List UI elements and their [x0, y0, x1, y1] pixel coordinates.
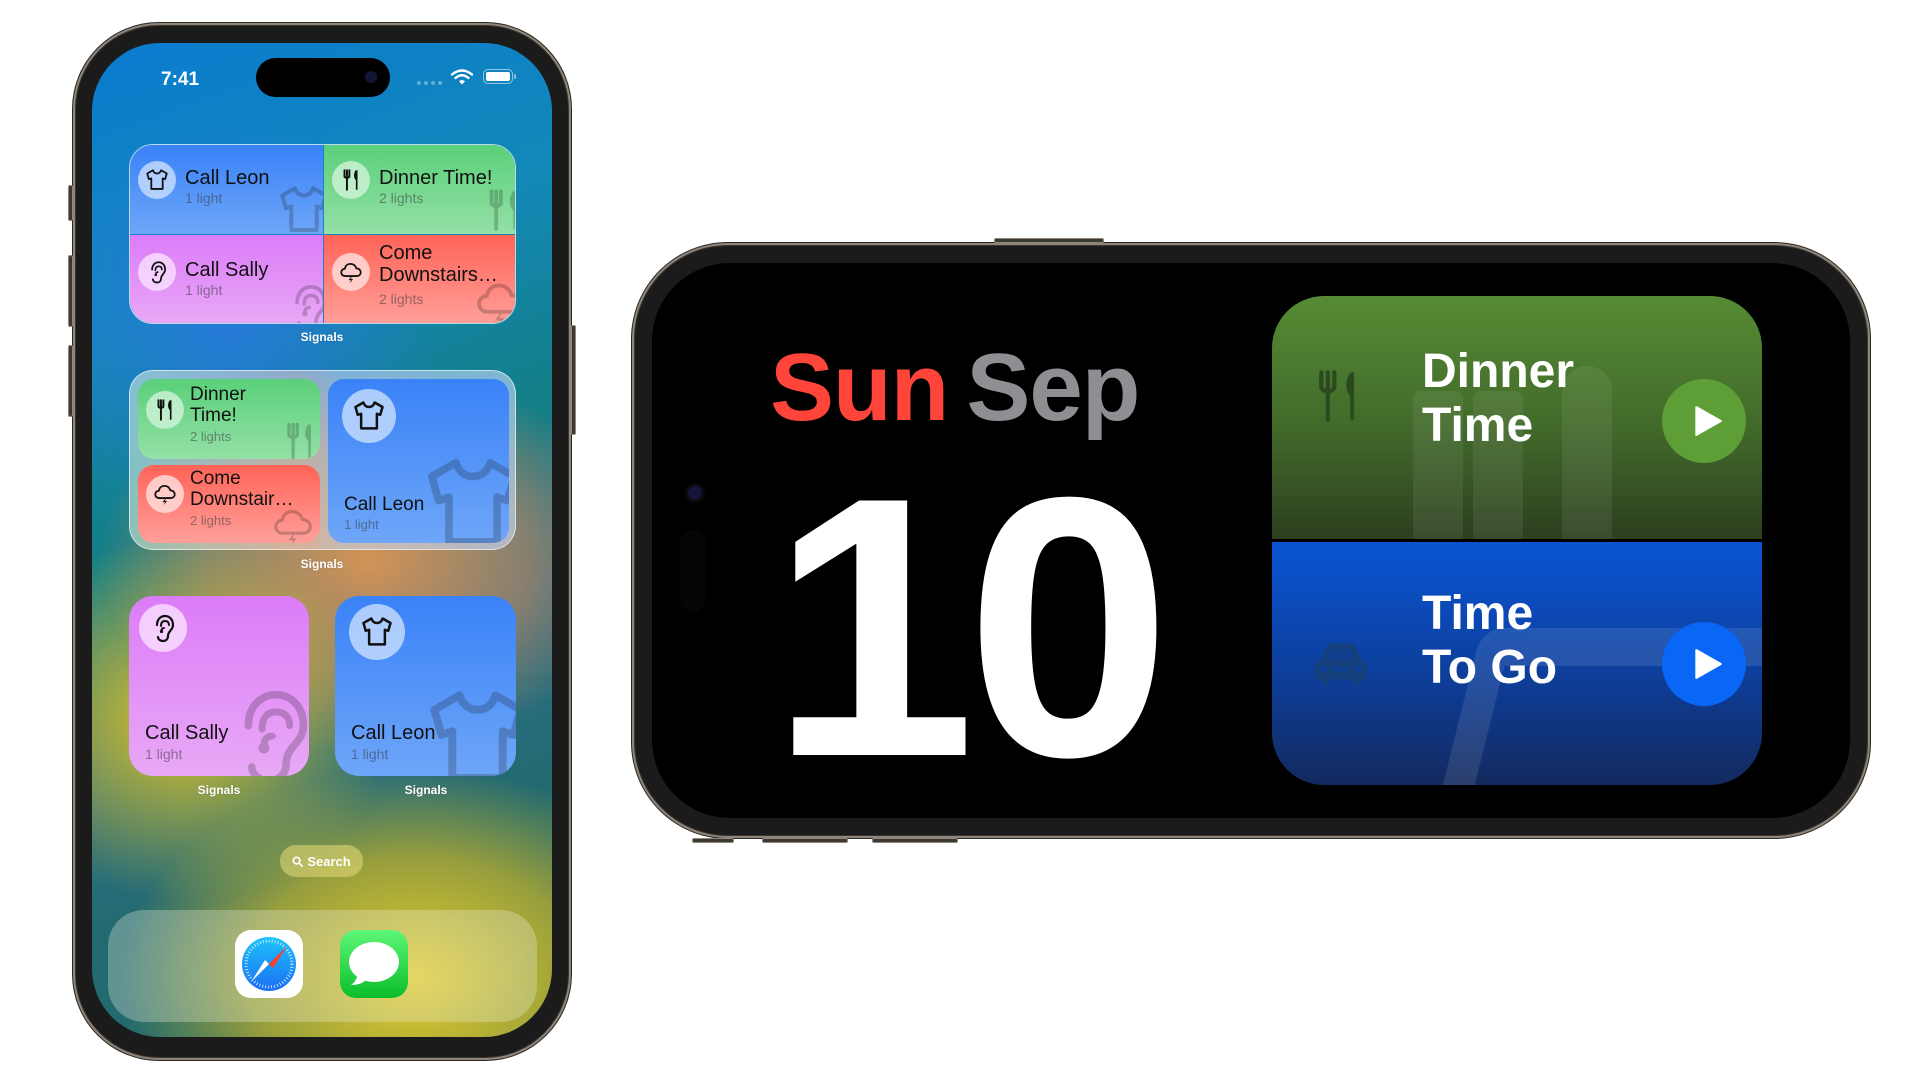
- dynamic-island: [256, 58, 390, 97]
- fork-knife-icon: [332, 161, 370, 199]
- tile-title: Call Sally: [185, 259, 269, 281]
- dock: [108, 910, 537, 1022]
- cloud-bolt-icon: [332, 253, 370, 291]
- fork-knife-icon: [1319, 370, 1355, 422]
- tile-come-downstairs[interactable]: Come Downstairs… 2 lights: [324, 235, 515, 323]
- landscape-iphone-standby: Sun Sep 10 Dinner Time Time To Go: [632, 238, 1870, 843]
- tile-title-line2: Downstair…: [190, 489, 294, 510]
- standby-widget-stack[interactable]: Dinner Time Time To Go: [1272, 296, 1762, 785]
- tile-dinner-time[interactable]: Dinner Time! 2 lights: [138, 379, 320, 459]
- widget-subtitle: 1 light: [351, 746, 389, 762]
- action-button: [692, 838, 734, 843]
- tile-subtitle: 2 lights: [190, 513, 232, 528]
- play-dinner-time-button[interactable]: [1662, 379, 1746, 463]
- status-time: 7:41: [161, 69, 200, 90]
- tile-dinner-time[interactable]: Dinner Time! 2 lights: [324, 145, 516, 234]
- play-icon: [1690, 647, 1724, 681]
- tile-title: Call Leon: [344, 494, 425, 515]
- battery-full-icon: [483, 69, 516, 84]
- fork-knife-watermark-icon: [278, 419, 320, 459]
- volume-up-button: [762, 838, 848, 843]
- widget-app-label: Signals: [300, 330, 344, 344]
- tile-title-line1: Dinner: [190, 384, 246, 405]
- fork-knife-watermark-icon: [479, 185, 516, 234]
- magnifier-icon: [292, 855, 304, 867]
- side-button: [994, 238, 1104, 243]
- messages-app-icon[interactable]: [340, 930, 408, 998]
- tile-title: Come Downstairs…: [379, 242, 498, 286]
- tile-subtitle: 2 lights: [190, 429, 232, 444]
- messages-bubble-icon: [349, 942, 399, 985]
- tshirt-icon: [342, 389, 396, 443]
- widget-title: Call Sally: [145, 722, 229, 744]
- signals-widget-split[interactable]: Dinner Time! 2 lights Come Downstair… 2 …: [129, 370, 516, 550]
- front-camera: [365, 71, 377, 83]
- tile-subtitle: 2 lights: [379, 190, 424, 206]
- home-screen: 7:41 Call Leon 1 light Dinner Time! 2 li…: [92, 43, 552, 1037]
- tile-call-leon[interactable]: Call Leon 1 light: [130, 145, 323, 234]
- fork-knife-icon: [146, 391, 184, 429]
- widget-time-to-go[interactable]: Time To Go: [1272, 542, 1762, 785]
- tile-subtitle: 2 lights: [379, 291, 424, 307]
- widget-title-line2: To Go: [1422, 641, 1558, 694]
- widget-app-label: Signals: [197, 783, 241, 797]
- safari-compass-icon: [242, 937, 296, 991]
- search-button[interactable]: Search: [280, 845, 363, 877]
- ear-watermark-icon: [280, 280, 323, 324]
- tile-subtitle: 1 light: [344, 517, 379, 532]
- safari-app-icon[interactable]: [235, 930, 303, 998]
- tshirt-watermark-icon: [275, 181, 323, 234]
- tshirt-watermark-icon: [418, 449, 509, 543]
- cloud-bolt-icon: [146, 475, 184, 513]
- play-time-to-go-button[interactable]: [1662, 622, 1746, 706]
- widget-dinner-time[interactable]: Dinner Time: [1272, 296, 1762, 551]
- widget-app-label: Signals: [300, 557, 344, 571]
- ear-icon: [138, 253, 176, 291]
- tile-title-line2: Time!: [190, 405, 237, 426]
- ear-icon: [139, 604, 187, 652]
- small-tile: Call Sally 1 light: [129, 596, 309, 776]
- volume-down-button: [872, 838, 958, 843]
- tile-title-line1: Come: [190, 468, 241, 489]
- standby-screen: Sun Sep 10 Dinner Time Time To Go: [652, 263, 1850, 818]
- widget-title-line2: Time: [1422, 399, 1534, 452]
- widget-title-line1: Dinner: [1422, 345, 1575, 398]
- widget-title-line1: Time: [1422, 587, 1534, 640]
- widget-subtitle: 1 light: [145, 746, 183, 762]
- volume-up-button: [68, 255, 73, 327]
- signals-widget-grid[interactable]: Call Leon 1 light Dinner Time! 2 lights …: [129, 144, 516, 324]
- tile-title: Call Leon: [185, 167, 270, 189]
- volume-down-button: [68, 345, 73, 417]
- play-icon: [1690, 404, 1724, 438]
- search-label: Search: [307, 853, 351, 869]
- front-camera: [688, 486, 702, 500]
- signals-widget-call-sally[interactable]: Call Sally 1 light: [129, 596, 309, 776]
- cellular-signal-icon: [417, 81, 442, 85]
- tile-title: Dinner Time!: [379, 167, 493, 189]
- action-button: [68, 185, 73, 221]
- wifi-icon: [451, 69, 473, 85]
- widget-title: Call Leon: [351, 722, 436, 744]
- tile-call-sally[interactable]: Call Sally 1 light: [130, 235, 323, 324]
- side-button: [571, 325, 576, 435]
- signals-widget-call-leon[interactable]: Call Leon 1 light: [335, 596, 516, 776]
- tile-subtitle: 1 light: [185, 282, 223, 298]
- tile-subtitle: 1 light: [185, 190, 223, 206]
- tile-come-downstairs[interactable]: Come Downstair… 2 lights: [138, 465, 320, 543]
- car-icon: [1310, 638, 1372, 688]
- dynamic-island: [680, 530, 706, 612]
- tshirt-icon: [349, 604, 405, 660]
- small-tile: Call Leon 1 light: [335, 596, 516, 776]
- tshirt-icon: [138, 161, 176, 199]
- widget-app-label: Signals: [404, 783, 448, 797]
- portrait-iphone: 7:41 Call Leon 1 light Dinner Time! 2 li…: [68, 23, 576, 1060]
- standby-date-number: 10: [770, 421, 1172, 818]
- tile-call-leon-large[interactable]: Call Leon 1 light: [328, 379, 509, 543]
